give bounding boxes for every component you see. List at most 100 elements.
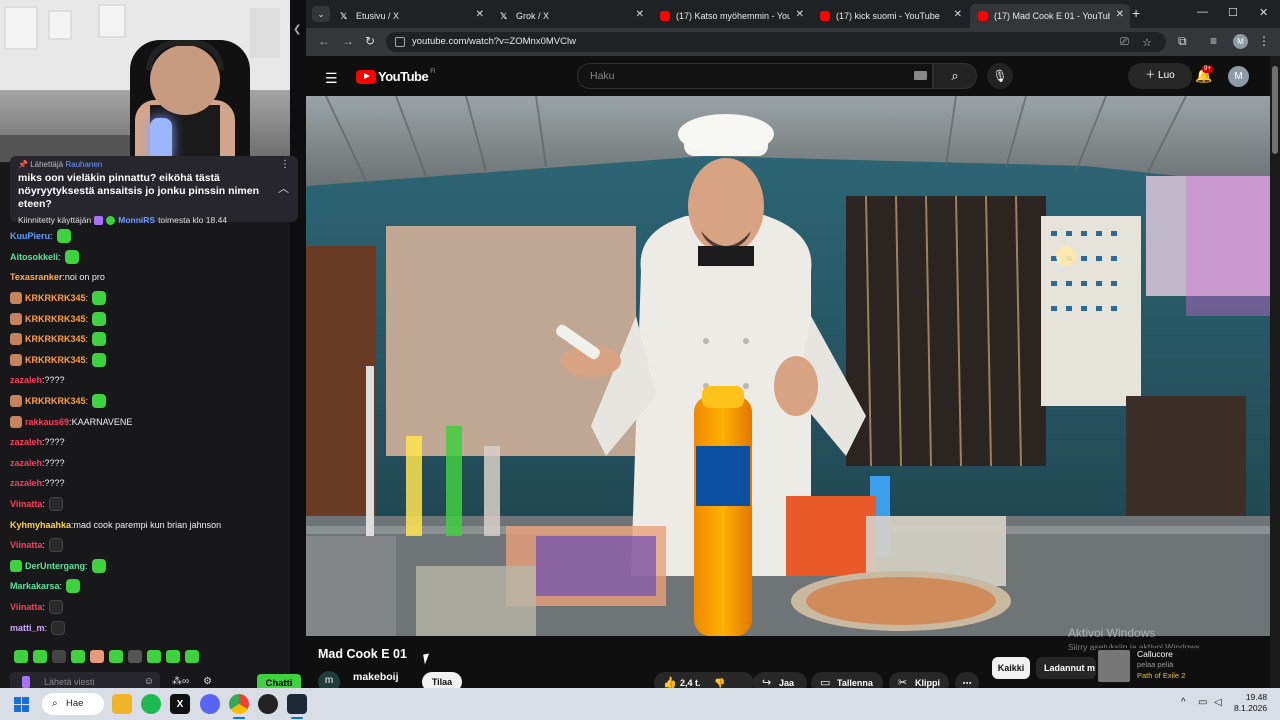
close-tab-icon[interactable]: ✕: [954, 9, 962, 20]
chat-username[interactable]: KRKRKRK345: [25, 355, 86, 365]
video-player[interactable]: [306, 96, 1270, 636]
volume-icon[interactable]: ◁: [1214, 697, 1222, 708]
chat-username[interactable]: KRKRKRK345: [25, 293, 86, 303]
filter-chip-all[interactable]: Kaikki: [992, 657, 1030, 679]
spotify-icon[interactable]: [141, 694, 161, 714]
chat-badge-icon: [22, 676, 30, 688]
create-button[interactable]: ＋ Luo: [1128, 63, 1192, 89]
start-button[interactable]: [14, 697, 29, 712]
chat-username[interactable]: Viinatta: [10, 602, 42, 612]
site-info-icon[interactable]: [395, 37, 405, 47]
emote-icon[interactable]: [128, 650, 142, 663]
browser-tab[interactable]: (17) Katso myöhemmin - YouTube ✕: [652, 4, 810, 28]
more-options-icon[interactable]: ⋮: [280, 159, 290, 170]
browser-tab[interactable]: 𝕏 Grok / X ✕: [492, 4, 650, 28]
chat-username[interactable]: KRKRKRK345: [25, 314, 86, 324]
chat-username[interactable]: Texasranker: [10, 272, 62, 282]
tab-search-icon[interactable]: ⌄: [312, 6, 330, 22]
clock[interactable]: 19.48 8.1.2026: [1234, 692, 1267, 714]
chat-username[interactable]: KuuPieru: [10, 231, 50, 241]
youtube-logo[interactable]: YouTube FI: [356, 69, 436, 84]
file-explorer-icon[interactable]: [112, 694, 132, 714]
chat-username[interactable]: zazaleh: [10, 458, 42, 468]
chat-username[interactable]: Aitosokkeli: [10, 252, 58, 262]
page-scrollbar[interactable]: [1270, 56, 1280, 688]
close-tab-icon[interactable]: ✕: [796, 9, 804, 20]
browser-tab[interactable]: (17) Mad Cook E 01 - YouTube ✕: [970, 4, 1130, 28]
chat-username[interactable]: Viinatta: [10, 499, 42, 509]
new-tab-button[interactable]: +: [1132, 5, 1140, 21]
network-icon[interactable]: ▭: [1198, 697, 1207, 708]
chat-username[interactable]: KRKRKRK345: [25, 396, 86, 406]
bookmark-star-icon[interactable]: ☆: [1142, 36, 1152, 49]
chat-username[interactable]: matti_m: [10, 623, 45, 633]
discord-icon[interactable]: [200, 694, 220, 714]
emote-icon[interactable]: [147, 650, 161, 663]
reading-list-icon[interactable]: ≡: [1210, 34, 1217, 48]
emoji-icon[interactable]: ☺: [144, 676, 154, 687]
cast-icon[interactable]: ⎚: [1120, 36, 1129, 49]
chat-message: Markakarsa:: [10, 576, 295, 597]
points-icon[interactable]: ⁂∞: [172, 676, 189, 687]
emote-icon[interactable]: [14, 650, 28, 663]
search-input[interactable]: Haku: [577, 63, 933, 89]
maximize-icon[interactable]: ☐: [1228, 6, 1238, 19]
activity-notification[interactable]: Callucore pelaa peliä Path of Exile 2: [1096, 648, 1210, 684]
chat-username[interactable]: Viinatta: [10, 540, 42, 550]
chat-separator: :: [50, 231, 53, 242]
settings-icon[interactable]: ⚙: [203, 676, 212, 687]
steam-icon[interactable]: [287, 694, 307, 714]
chat-username[interactable]: zazaleh: [10, 437, 42, 447]
emote-icon: [56, 229, 71, 244]
chat-username[interactable]: Kyhmyhaahka: [10, 520, 71, 530]
app-icon[interactable]: [258, 694, 278, 714]
profile-avatar[interactable]: M: [1233, 34, 1248, 49]
browser-tab[interactable]: (17) kick suomi - YouTube ✕: [812, 4, 968, 28]
channel-name[interactable]: makeboij: [353, 671, 399, 683]
close-tab-icon[interactable]: ✕: [476, 9, 484, 20]
user-badge-icon: [10, 559, 22, 572]
chat-username[interactable]: Markakarsa: [10, 581, 60, 591]
extensions-icon[interactable]: ⧉: [1178, 34, 1187, 49]
close-tab-icon[interactable]: ✕: [1116, 9, 1124, 20]
collapse-arrow-icon[interactable]: ❮: [293, 24, 301, 35]
x-app-icon[interactable]: X: [170, 694, 190, 714]
chat-text: mad cook parempi kun brian jahnson: [73, 519, 222, 530]
voice-search-button[interactable]: 🎙: [987, 63, 1013, 89]
scrollbar-thumb[interactable]: [1272, 66, 1278, 154]
back-icon[interactable]: ←: [318, 34, 330, 48]
url-text: youtube.com/watch?v=ZOMnx0MVClw: [412, 36, 576, 47]
emote-icon[interactable]: [52, 650, 66, 663]
chat-username[interactable]: KRKRKRK345: [25, 334, 86, 344]
emote-icon[interactable]: [185, 650, 199, 663]
emote-icon[interactable]: [33, 650, 47, 663]
minimize-icon[interactable]: —: [1197, 6, 1208, 18]
emote-icon[interactable]: [166, 650, 180, 663]
chevron-up-icon[interactable]: ︿: [278, 180, 289, 196]
chat-username[interactable]: zazaleh: [10, 478, 42, 488]
emote-icon[interactable]: [109, 650, 123, 663]
browser-tab[interactable]: 𝕏 Etusivu / X ✕: [332, 4, 490, 28]
close-tab-icon[interactable]: ✕: [636, 9, 644, 20]
reload-icon[interactable]: ↻: [365, 34, 375, 48]
address-bar[interactable]: youtube.com/watch?v=ZOMnx0MVClw ⎚ ☆: [386, 32, 1166, 52]
search-button[interactable]: ⌕: [933, 63, 977, 89]
emote-icon[interactable]: [90, 650, 104, 663]
keyboard-icon[interactable]: [914, 71, 927, 80]
chat-username[interactable]: rakkaus69: [25, 417, 69, 427]
emote-icon[interactable]: [71, 650, 85, 663]
chat-text: ????: [44, 437, 65, 448]
search-icon: ⌕: [951, 68, 959, 83]
taskbar-search[interactable]: ⌕ Hae: [42, 693, 104, 715]
account-avatar[interactable]: M: [1228, 66, 1249, 87]
chat-username[interactable]: DerUntergang: [25, 561, 85, 571]
chrome-icon[interactable]: [229, 694, 249, 714]
forward-icon[interactable]: →: [342, 34, 354, 48]
filter-chip-downloaded[interactable]: Ladannut m: [1036, 657, 1096, 679]
menu-icon[interactable]: ⋮: [1258, 34, 1270, 48]
pinned-by-user[interactable]: MonniRS: [118, 215, 155, 225]
chat-username[interactable]: zazaleh: [10, 375, 42, 385]
tray-chevron-icon[interactable]: ^: [1181, 697, 1186, 708]
close-window-icon[interactable]: ✕: [1259, 6, 1268, 19]
hamburger-menu-icon[interactable]: ☰: [325, 70, 338, 87]
